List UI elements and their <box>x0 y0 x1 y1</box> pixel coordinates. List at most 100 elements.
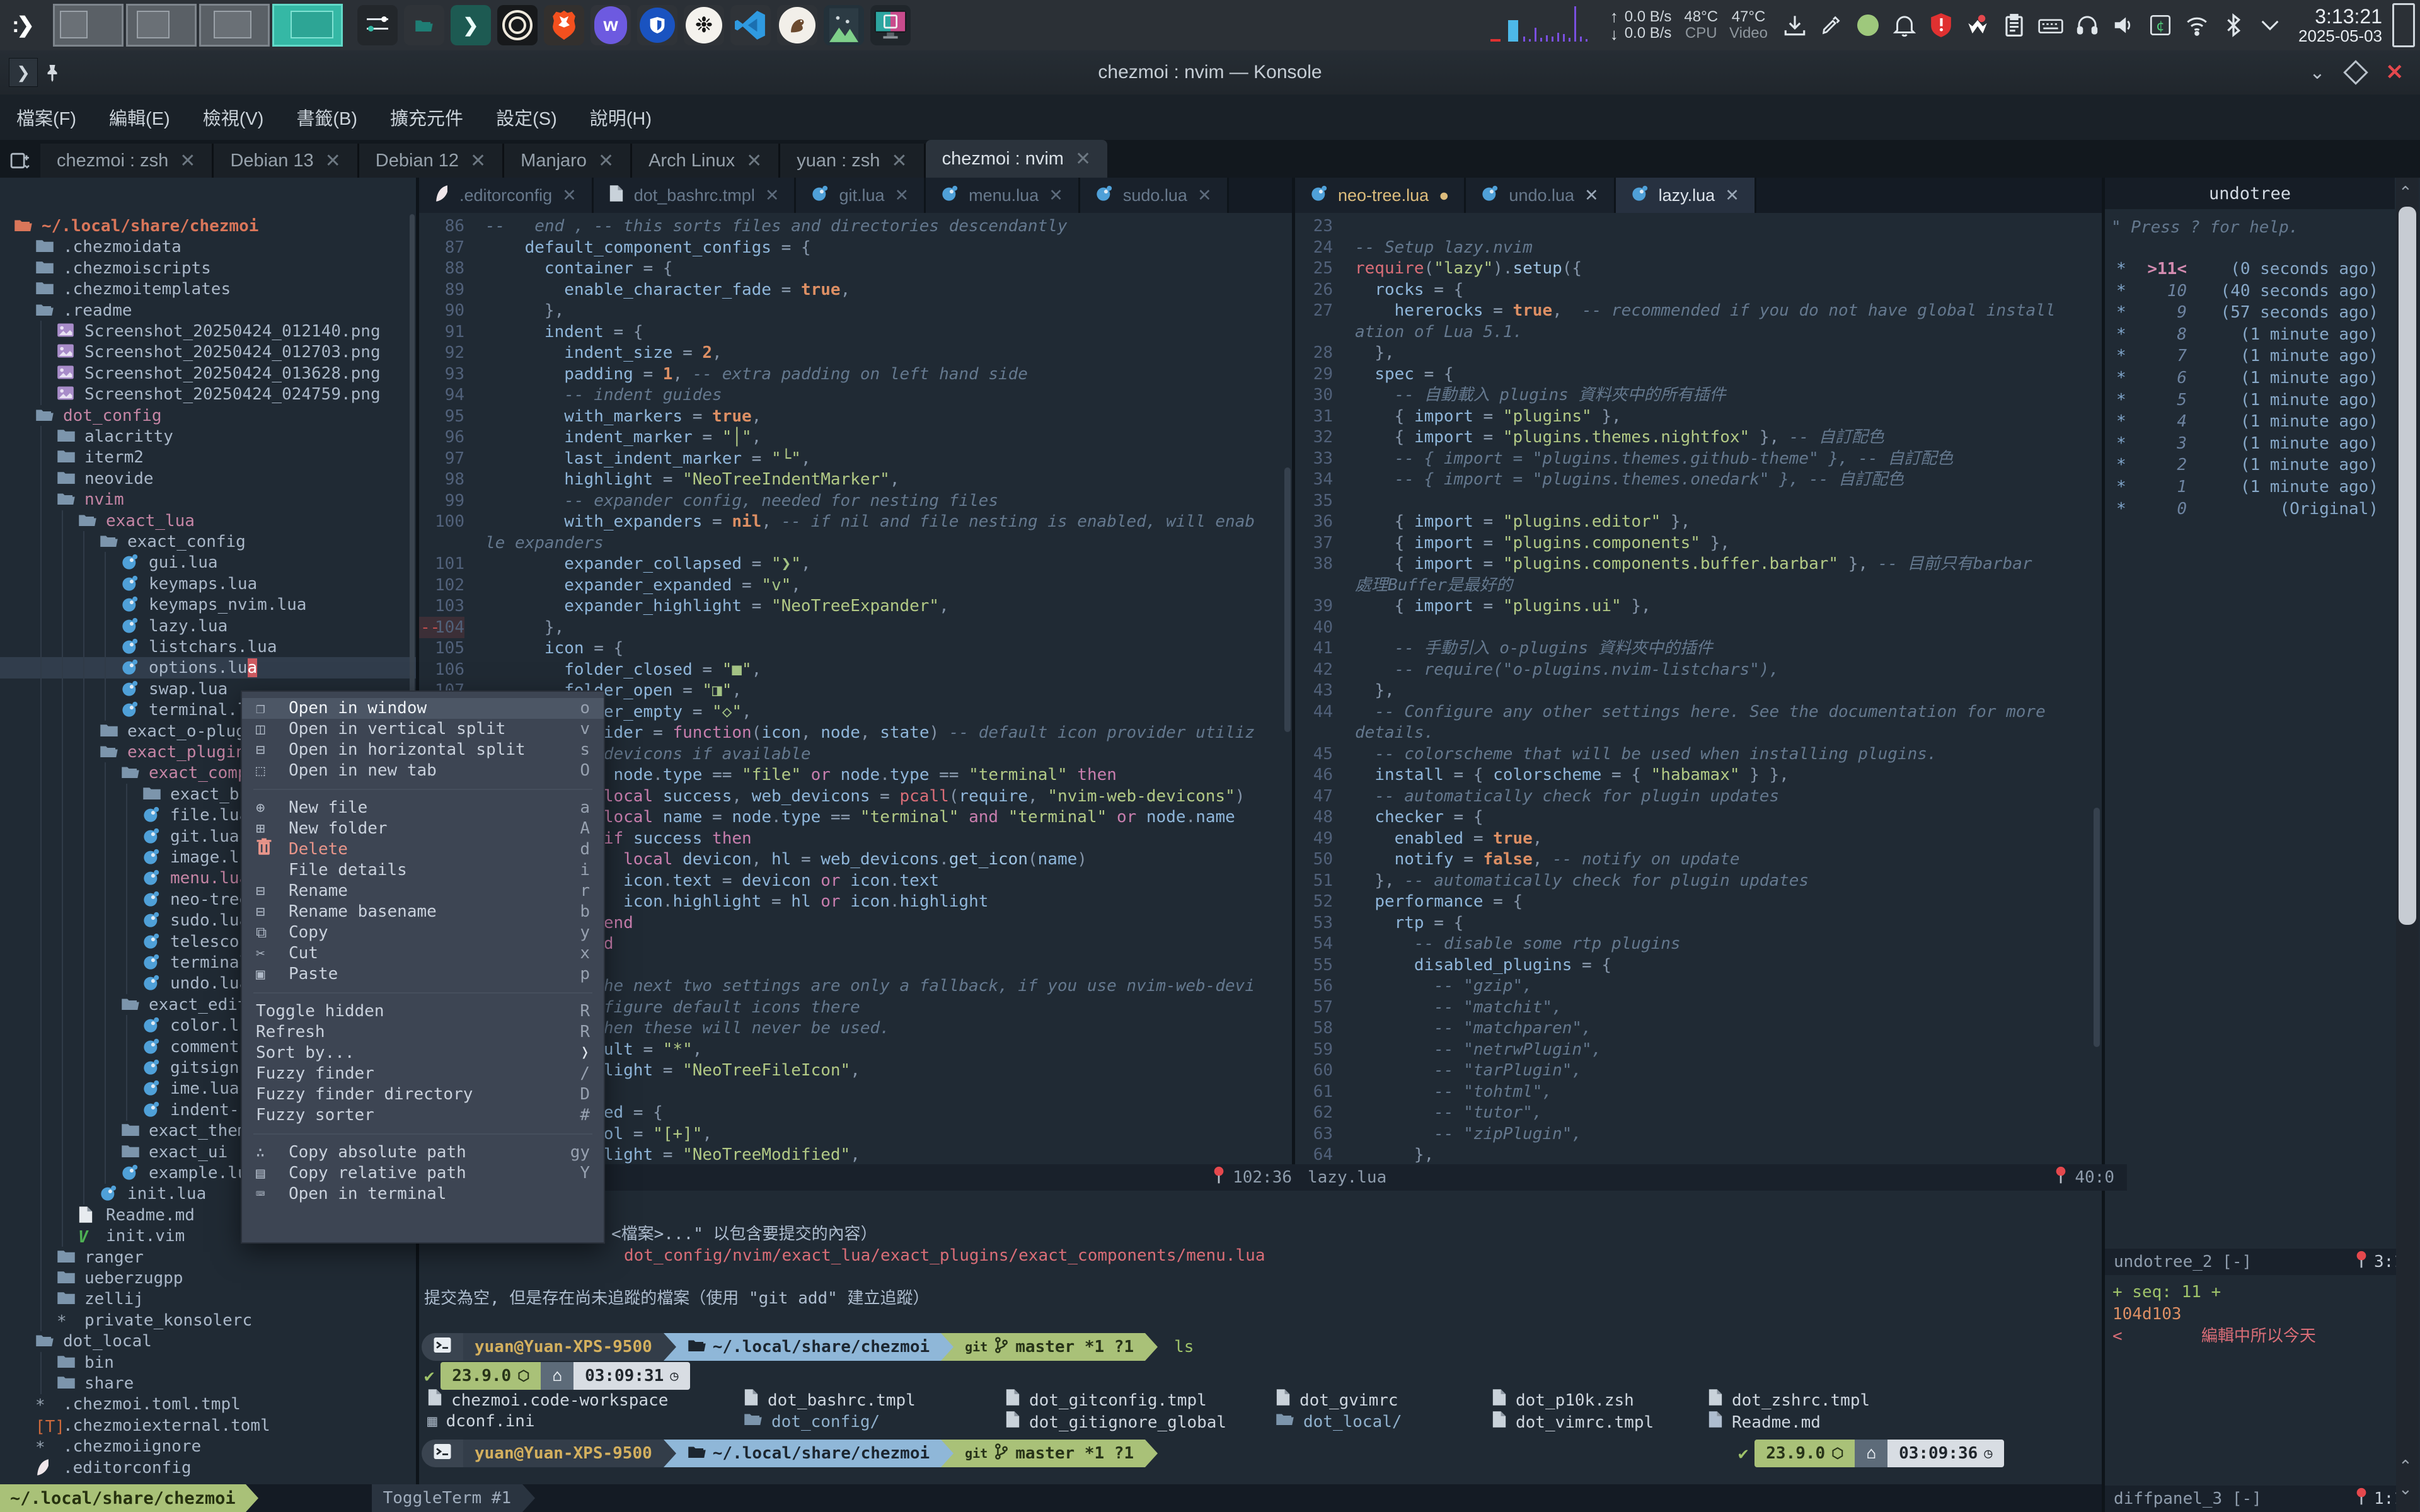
code-line[interactable]: 25require("lazy").setup({ <box>1295 258 2102 279</box>
code-line[interactable]: 105 icon = { <box>419 638 1292 659</box>
code-line[interactable]: 51 }, -- automatically check for plugin … <box>1295 870 2102 891</box>
ls-entry-chezmoi.code-workspace[interactable]: chezmoi.code-workspace <box>427 1389 668 1412</box>
buffer-tab-close-icon[interactable]: ✕ <box>1197 186 1212 205</box>
tree-item-ranger[interactable]: ranger <box>0 1247 416 1268</box>
wavebox-icon[interactable]: w <box>591 5 631 45</box>
code-line[interactable]: 34 -- { import = "plugins.themes.onedark… <box>1295 469 2102 490</box>
tree-item-.chezmoidata[interactable]: .chezmoidata <box>0 236 416 258</box>
scroll-jump-arrow[interactable]: ⌃ <box>2399 1457 2412 1476</box>
menubar-item-4[interactable]: 擴充元件 <box>374 104 480 130</box>
code-line[interactable]: 54 -- disable some rtp plugins <box>1295 933 2102 954</box>
code-line[interactable]: 31 { import = "plugins" }, <box>1295 406 2102 427</box>
menu-item-open-in-new-tab[interactable]: ⬚Open in new tabO <box>242 760 604 781</box>
ls-entry-dot-zshrc.tmpl[interactable]: dot_zshrc.tmpl <box>1708 1389 1870 1412</box>
menu-item-sort-by-[interactable]: Sort by...❭ <box>242 1043 604 1063</box>
download-icon[interactable] <box>1781 11 1809 39</box>
new-tab-button[interactable] <box>0 144 40 178</box>
buffer-tab-.editorconfig[interactable]: .editorconfig✕ <box>419 178 594 213</box>
code-line[interactable]: 47 -- automatically check for plugin upd… <box>1295 786 2102 807</box>
pager-desktop-2[interactable] <box>126 4 197 47</box>
code-line[interactable]: ation of Lua 5.1. <box>1295 321 2102 343</box>
screen-capture-icon[interactable] <box>870 5 911 45</box>
bitwarden-icon[interactable] <box>637 5 677 45</box>
tree-item-.chezmoiexternal.toml[interactable]: [T].chezmoiexternal.toml <box>0 1415 416 1436</box>
tree-item-exact-lua[interactable]: exact_lua <box>0 510 416 532</box>
menu-item-open-in-window[interactable]: ❐Open in windowo <box>242 698 604 719</box>
menu-item-open-in-vertical-split[interactable]: ◫Open in vertical splitv <box>242 719 604 740</box>
network-speeds[interactable]: ↑↓0.0 B/s0.0 B/s <box>1610 8 1672 43</box>
code-line[interactable]: 24-- Setup lazy.nvim <box>1295 237 2102 258</box>
menu-item-new-file[interactable]: ⊕New filea <box>242 798 604 818</box>
tab-close-icon[interactable]: ✕ <box>1075 148 1091 170</box>
show-desktop-button[interactable] <box>2392 3 2415 47</box>
menu-item-paste[interactable]: ▣Pastep <box>242 964 604 985</box>
menu-item-fuzzy-finder-directory[interactable]: Fuzzy finder directoryD <box>242 1084 604 1105</box>
wifi-icon[interactable] <box>2183 11 2211 39</box>
clock-widget[interactable]: 3:13:212025-05-03 <box>2298 6 2382 45</box>
code-line[interactable]: 62 -- "tutor", <box>1295 1102 2102 1123</box>
menu-item-copy[interactable]: ⧉Copyy <box>242 922 604 943</box>
code-line[interactable]: 89 enable_character_fade = true, <box>419 279 1292 301</box>
tree-item-.chezmoi.toml.tmpl[interactable]: *.chezmoi.toml.tmpl <box>0 1394 416 1415</box>
menubar-item-2[interactable]: 檢視(V) <box>187 104 280 130</box>
buffer-tab-lazy.lua[interactable]: lazy.lua✕ <box>1616 178 1756 213</box>
code-line[interactable]: 41 -- 手動引入 o-plugins 資料夾中的插件 <box>1295 638 2102 659</box>
vscode-icon[interactable] <box>730 5 771 45</box>
tree-item-keymaps.lua[interactable]: keymaps.lua <box>0 573 416 595</box>
ls-entry-dot-p10k.zsh[interactable]: dot_p10k.zsh <box>1492 1389 1634 1412</box>
tree-item-.chezmoitemplates[interactable]: .chezmoitemplates <box>0 278 416 300</box>
menu-item-rename[interactable]: ⊟Renamer <box>242 881 604 902</box>
menu-item-new-folder[interactable]: ⊞New folderA <box>242 818 604 839</box>
ls-entry-readme.md[interactable]: Readme.md <box>1708 1411 1821 1434</box>
tree-item-screenshot-20250424-012140.png[interactable]: Screenshot_20250424_012140.png <box>0 321 416 342</box>
code-line[interactable]: 35 <box>1295 490 2102 512</box>
menubar-item-0[interactable]: 檔案(F) <box>0 104 93 130</box>
gpu-temp-widget[interactable]: 47°CVideo <box>1729 9 1768 42</box>
code-line[interactable]: 37 { import = "plugins.components" }, <box>1295 532 2102 554</box>
terminal-tab-yuan-zsh[interactable]: yuan : zsh✕ <box>780 144 925 178</box>
terminal-tab-debian-13[interactable]: Debian 13✕ <box>214 144 359 178</box>
tree-item-neovide[interactable]: neovide <box>0 468 416 490</box>
konsole-icon[interactable]: ❯ <box>451 5 491 45</box>
scroll-down-arrow[interactable]: ⌄ <box>2399 1479 2412 1499</box>
buffer-tab-close-icon[interactable]: ✕ <box>1725 186 1739 205</box>
pager-desktop-1[interactable] <box>53 4 124 47</box>
keyboard-icon[interactable] <box>2037 11 2065 39</box>
toggleterm-label-segment[interactable]: ToggleTerm #1 <box>372 1484 523 1512</box>
tree-item-bin[interactable]: bin <box>0 1352 416 1373</box>
tree-item-.chezmoiscripts[interactable]: .chezmoiscripts <box>0 258 416 279</box>
tree-item-exact-config[interactable]: exact_config <box>0 531 416 553</box>
code-line[interactable]: 64 }, <box>1295 1144 2102 1164</box>
code-line[interactable]: 95 with_markers = true, <box>419 406 1292 427</box>
volume-icon[interactable] <box>2110 11 2138 39</box>
code-line[interactable]: 33 -- { import = "plugins.themes.github-… <box>1295 448 2102 469</box>
tree-item-keymaps-nvim.lua[interactable]: keymaps_nvim.lua <box>0 594 416 616</box>
code-line[interactable]: 27 hererocks = true, -- recommended if y… <box>1295 300 2102 321</box>
window-menu-icon[interactable]: ❯ <box>9 58 38 87</box>
code-line[interactable]: 48 checker = { <box>1295 806 2102 828</box>
tree-item--.local-share-chezmoi[interactable]: ~/.local/share/chezmoi <box>0 215 416 237</box>
app-launcher-icon[interactable]: :❯ <box>0 0 44 50</box>
tweaks-icon[interactable] <box>357 5 398 45</box>
ls-entry-dot-config-[interactable]: dot_config/ <box>744 1411 880 1433</box>
menu-item-fuzzy-finder[interactable]: Fuzzy finder/ <box>242 1063 604 1084</box>
code-line[interactable]: 23 <box>1295 215 2102 237</box>
code-line[interactable]: 86-- end , -- this sorts files and direc… <box>419 215 1292 237</box>
code-line[interactable]: 49 enabled = true, <box>1295 828 2102 849</box>
window-titlebar[interactable]: chezmoi : nvim — Konsole ❯⌄✕ <box>0 50 2420 94</box>
code-line[interactable]: 處理Buffer是最好的 <box>1295 575 2102 596</box>
monitor-app-icon[interactable] <box>824 5 864 45</box>
code-line[interactable]: 32 { import = "plugins.themes.nightfox" … <box>1295 427 2102 448</box>
tree-item-lazy.lua[interactable]: lazy.lua <box>0 616 416 637</box>
pager-desktop-4[interactable] <box>272 4 343 47</box>
tree-item-screenshot-20250424-012703.png[interactable]: Screenshot_20250424_012703.png <box>0 341 416 363</box>
tab-close-icon[interactable]: ✕ <box>746 150 762 172</box>
menubar-item-5[interactable]: 設定(S) <box>480 104 573 130</box>
code-line[interactable]: 101 expander_collapsed = "❯", <box>419 553 1292 575</box>
tab-close-icon[interactable]: ✕ <box>180 150 195 172</box>
tree-item-iterm2[interactable]: iterm2 <box>0 447 416 468</box>
code-line[interactable]: 52 performance = { <box>1295 891 2102 912</box>
terminal-tab-debian-12[interactable]: Debian 12✕ <box>359 144 504 178</box>
tree-item-.editorconfig[interactable]: .editorconfig <box>0 1457 416 1479</box>
tree-item-share[interactable]: share <box>0 1373 416 1394</box>
